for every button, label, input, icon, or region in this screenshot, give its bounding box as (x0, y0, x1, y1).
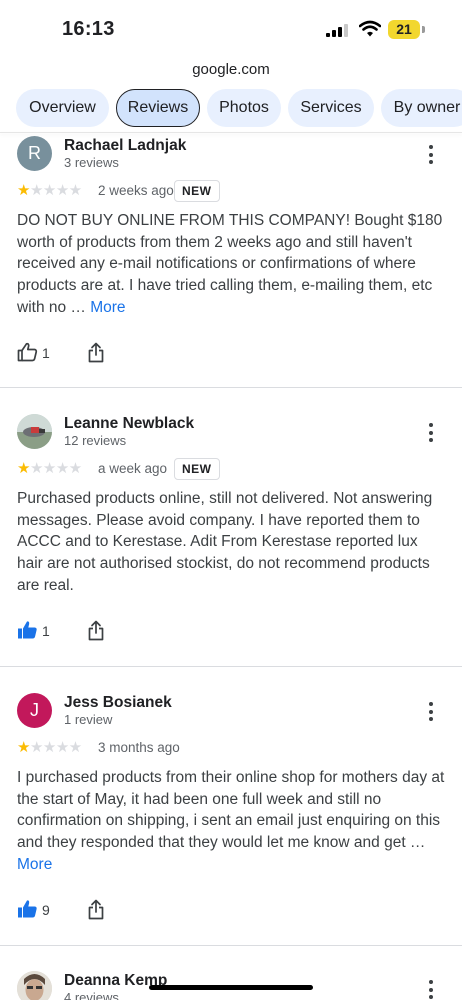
tab-services[interactable]: Services (288, 89, 374, 127)
reviewer-name[interactable]: Rachael Ladnjak (64, 137, 186, 155)
more-options-icon[interactable] (426, 980, 436, 1000)
new-badge: NEW (174, 458, 220, 480)
review-text-body: I purchased products from their online s… (17, 769, 445, 852)
star-icon: ★★★★ (29, 460, 82, 477)
more-options-icon[interactable] (426, 423, 436, 446)
review-card: J Jess Bosianek 1 review ★★★★★ 3 months … (0, 690, 462, 945)
star-rating: ★★★★★ (17, 740, 82, 756)
home-indicator[interactable] (149, 985, 313, 990)
review-date: 3 months ago (98, 740, 180, 755)
cellular-signal-icon (326, 24, 348, 37)
review-card: Leanne Newblack 12 reviews ★★★★★ a week … (0, 411, 462, 666)
review-text-body: Purchased products online, still not del… (17, 490, 433, 594)
status-bar: 16:13 21 google.com (0, 0, 462, 78)
battery-cap (422, 26, 425, 33)
more-options-icon[interactable] (426, 702, 436, 725)
reviewer-review-count: 1 review (64, 712, 113, 727)
star-icon: ★★★★ (29, 739, 82, 756)
avatar[interactable] (17, 414, 52, 449)
status-time: 16:13 (62, 18, 115, 40)
tab-overview[interactable]: Overview (16, 89, 109, 127)
browser-url[interactable]: google.com (0, 61, 462, 78)
more-link[interactable]: More (17, 856, 52, 873)
reviewer-name[interactable]: Leanne Newblack (64, 415, 194, 433)
photo-avatar-icon (17, 414, 52, 449)
star-icon: ★★★★ (29, 182, 82, 199)
thumbs-up-icon[interactable] (17, 342, 38, 362)
share-icon[interactable] (88, 899, 104, 920)
tab-bar: Overview Reviews Photos Services By owne… (0, 86, 462, 132)
like-count: 1 (42, 345, 50, 361)
share-icon[interactable] (88, 342, 104, 363)
star-rating: ★★★★★ (17, 183, 82, 199)
star-icon: ★ (17, 739, 30, 756)
avatar[interactable] (17, 971, 52, 1000)
tab-photos[interactable]: Photos (207, 89, 281, 127)
reviewer-name[interactable]: Jess Bosianek (64, 694, 172, 712)
more-options-icon[interactable] (426, 145, 436, 168)
like-count: 1 (42, 623, 50, 639)
review-card: R Rachael Ladnjak 3 reviews ★★★★★ 2 week… (0, 133, 462, 388)
like-count: 9 (42, 902, 50, 918)
photo-avatar-icon (17, 971, 52, 1000)
star-rating: ★★★★★ (17, 461, 82, 477)
thumbs-up-filled-icon[interactable] (17, 620, 38, 640)
new-badge: NEW (174, 180, 220, 202)
avatar[interactable]: J (17, 693, 52, 728)
review-date: 2 weeks ago (98, 183, 174, 198)
reviewer-review-count: 3 reviews (64, 155, 119, 170)
wifi-icon (359, 20, 381, 37)
tab-by-owner[interactable]: By owner (381, 89, 462, 127)
review-text: I purchased products from their online s… (17, 767, 447, 876)
review-card: Deanna Kemp 4 reviews (0, 968, 462, 1000)
review-text: DO NOT BUY ONLINE FROM THIS COMPANY! Bou… (17, 210, 447, 319)
avatar[interactable]: R (17, 136, 52, 171)
review-divider (0, 945, 462, 946)
battery-indicator: 21 (388, 20, 420, 39)
more-link[interactable]: More (90, 299, 125, 316)
review-text-body: DO NOT BUY ONLINE FROM THIS COMPANY! Bou… (17, 212, 443, 316)
reviewer-review-count: 4 reviews (64, 990, 119, 1000)
review-text: Purchased products online, still not del… (17, 488, 447, 597)
review-date: a week ago (98, 461, 168, 476)
review-divider (0, 387, 462, 388)
star-icon: ★ (17, 182, 30, 199)
share-icon[interactable] (88, 620, 104, 641)
thumbs-up-filled-icon[interactable] (17, 899, 38, 919)
review-divider (0, 666, 462, 667)
star-icon: ★ (17, 460, 30, 477)
reviewer-review-count: 12 reviews (64, 433, 127, 448)
tab-reviews[interactable]: Reviews (116, 89, 200, 127)
